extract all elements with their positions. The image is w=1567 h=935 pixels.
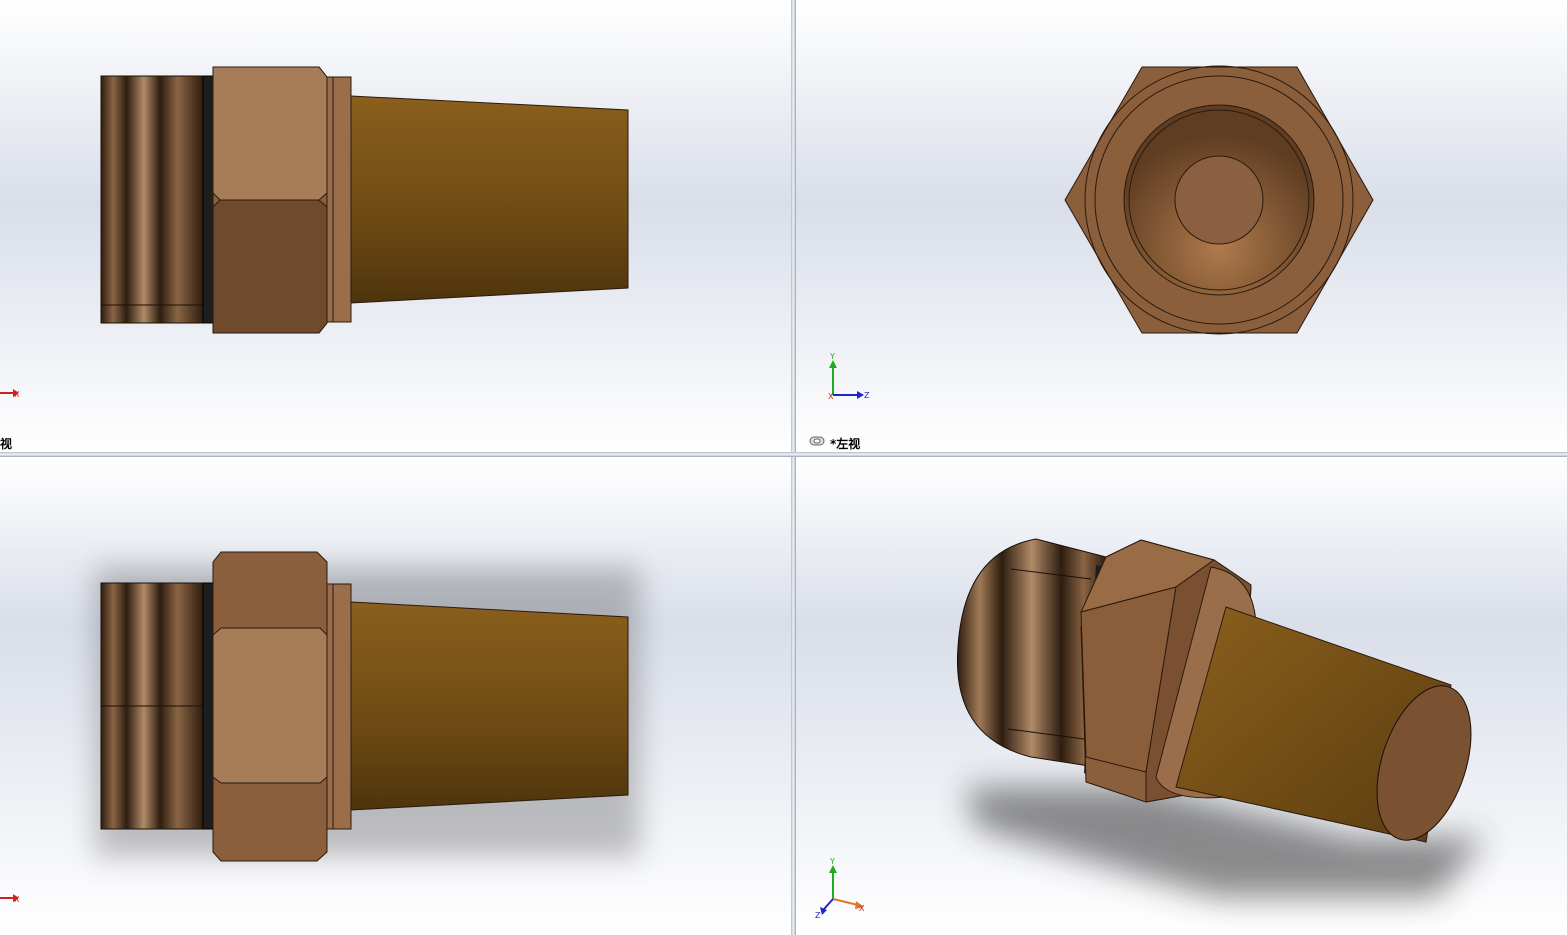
viewport-splitter-horizontal[interactable] — [0, 452, 1567, 457]
axis-z-label: Z — [815, 911, 821, 920]
axis-triad: Y X Z — [815, 857, 865, 920]
axis-x-label: X — [859, 904, 865, 913]
axis-y-label: Y — [829, 352, 835, 361]
axis-x-label: X — [828, 392, 834, 401]
collar — [326, 583, 352, 830]
part-isometric-view[interactable]: Y X Z — [796, 457, 1567, 935]
axis-triad: X — [0, 389, 20, 399]
viewport-splitter-vertical[interactable] — [791, 0, 796, 935]
sintered-filter — [350, 601, 629, 811]
bore-center — [1174, 155, 1264, 245]
axis-triad: Y Z X — [828, 352, 870, 401]
view-name-label: 视 — [0, 437, 13, 451]
axis-y-label: Y — [829, 857, 835, 866]
viewport-bottom-left[interactable]: X — [0, 457, 791, 935]
part-end-view[interactable]: Y Z X — [796, 0, 1567, 452]
viewport-top-left[interactable]: X 视 — [0, 0, 791, 452]
part-front-view[interactable]: X — [0, 457, 791, 935]
solidworks-four-view-workspace: X 视 Y Z X *左视 X Y X Z — [0, 0, 1567, 935]
view-name-label: *左视 — [830, 437, 861, 451]
collar — [326, 76, 352, 323]
o-ring — [202, 582, 214, 830]
axis-x-label: X — [14, 390, 20, 399]
part-side-view[interactable]: X — [0, 0, 791, 452]
axis-triad: X — [0, 894, 20, 904]
sintered-filter — [350, 95, 629, 304]
o-ring — [202, 75, 214, 324]
thread-section — [100, 75, 204, 324]
viewport-bottom-right[interactable]: Y X Z — [796, 457, 1567, 935]
axis-x-label: X — [14, 895, 20, 904]
viewport-top-right[interactable]: Y Z X *左视 — [796, 0, 1567, 452]
axis-z-label: Z — [864, 391, 870, 400]
link-view-icon[interactable] — [809, 436, 825, 446]
